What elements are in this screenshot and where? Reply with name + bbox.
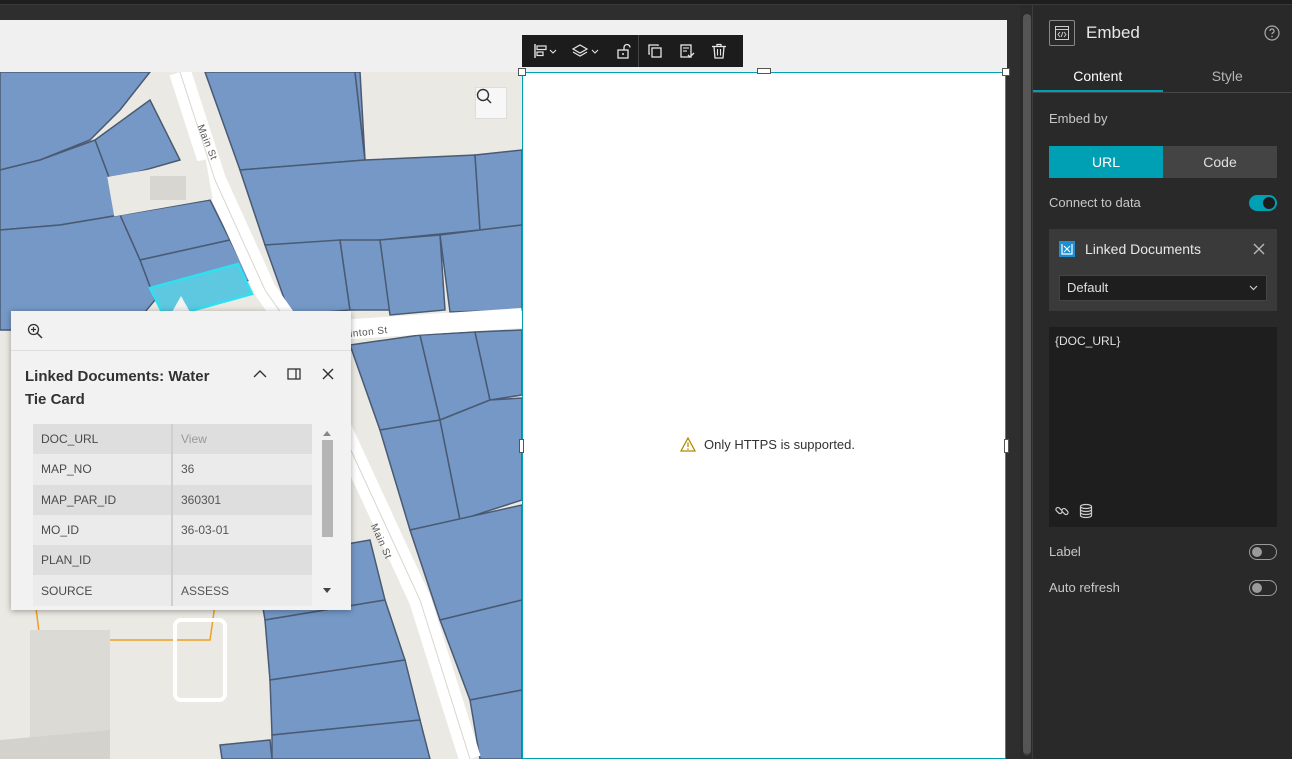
save-template-icon (680, 44, 695, 58)
field-value: 360301 (172, 484, 312, 515)
scroll-down-icon (323, 588, 331, 593)
copy-icon (648, 44, 662, 58)
canvas-scrollbar-thumb[interactable] (1023, 14, 1031, 754)
scroll-up-icon (323, 431, 331, 436)
align-left-icon (534, 44, 557, 58)
field-name: MAP_NO (33, 454, 173, 485)
trash-icon (712, 43, 726, 59)
widget-toolbar (522, 35, 743, 67)
close-icon (1253, 243, 1265, 255)
help-icon (1264, 25, 1280, 41)
label-toggle-label: Label (1049, 544, 1081, 559)
table-row: MAP_NO 36 (33, 454, 312, 485)
data-source-icon (1059, 241, 1075, 257)
field-value: ASSESS (172, 575, 312, 606)
embed-code-icon (1055, 26, 1069, 40)
popup-toolbar (11, 311, 351, 351)
field-name: MO_ID (33, 514, 173, 546)
map-popup: Linked Documents: Water Tie Card DOC_URL… (11, 311, 351, 610)
embed-by-label: Embed by (1049, 111, 1108, 126)
map-search-button[interactable] (475, 87, 507, 119)
resize-handle[interactable] (518, 68, 526, 76)
https-warning: Only HTTPS is supported. (680, 437, 855, 452)
url-expression-editor[interactable]: {DOC_URL} (1049, 327, 1277, 527)
insert-field-button[interactable] (1078, 503, 1094, 522)
panel-header: Embed (1033, 5, 1292, 61)
resize-handle[interactable] (1002, 68, 1010, 76)
database-icon (1079, 503, 1093, 519)
layers-icon (571, 44, 599, 57)
table-row: DOC_URL View (33, 424, 312, 455)
zoom-in-icon (27, 323, 43, 339)
close-icon (322, 368, 334, 380)
connect-to-data-label: Connect to data (1049, 195, 1141, 210)
field-name: DOC_URL (33, 424, 173, 455)
field-name: SOURCE (33, 575, 173, 606)
auto-refresh-toggle[interactable] (1249, 580, 1277, 596)
table-row: MO_ID 36-03-01 (33, 514, 312, 546)
remove-data-source-button[interactable] (1253, 243, 1265, 258)
table-row: SOURCE ASSESS (33, 575, 312, 606)
zoom-to-button[interactable] (27, 323, 43, 339)
delete-button[interactable] (703, 35, 735, 67)
embed-widget-icon (1049, 20, 1075, 46)
dock-icon (287, 368, 301, 380)
data-source-card: Linked Documents Default (1049, 229, 1277, 311)
panel-tabs: Content Style (1033, 61, 1292, 93)
unlock-icon (617, 43, 631, 59)
align-button[interactable] (528, 35, 564, 67)
embed-widget-frame[interactable] (518, 68, 1010, 759)
url-expression-text: {DOC_URL} (1055, 334, 1121, 348)
field-name: MAP_PAR_ID (33, 484, 173, 515)
table-row: PLAN_ID (33, 545, 312, 576)
auto-refresh-label: Auto refresh (1049, 580, 1120, 595)
popup-pointer (172, 296, 190, 312)
chevron-up-icon (253, 370, 267, 378)
resize-handle[interactable] (519, 439, 524, 453)
tab-style[interactable]: Style (1163, 61, 1292, 92)
close-popup-button[interactable] (317, 363, 339, 385)
data-view-select[interactable]: Default (1059, 275, 1267, 301)
data-view-selected: Default (1067, 280, 1109, 295)
field-value: 36-03-01 (172, 514, 312, 546)
warning-text: Only HTTPS is supported. (704, 437, 855, 452)
field-name: PLAN_ID (33, 545, 173, 576)
lock-button[interactable] (608, 35, 638, 67)
arrange-button[interactable] (564, 35, 608, 67)
embed-by-code-option[interactable]: Code (1163, 146, 1277, 178)
field-value: 36 (172, 454, 312, 485)
embed-by-segmented: URL Code (1049, 146, 1277, 178)
data-source-name: Linked Documents (1085, 241, 1201, 257)
popup-title: Linked Documents: Water Tie Card (25, 368, 210, 408)
settings-panel: Embed Content Style Embed by URL Code Co… (1032, 5, 1292, 759)
field-value (172, 545, 312, 576)
dock-button[interactable] (283, 363, 305, 385)
scroll-thumb[interactable] (322, 440, 333, 537)
collapse-button[interactable] (249, 363, 271, 385)
search-icon (476, 88, 492, 104)
insert-link-button[interactable] (1054, 503, 1070, 522)
tab-content[interactable]: Content (1033, 61, 1163, 92)
duplicate-button[interactable] (639, 35, 671, 67)
warning-icon (680, 437, 696, 452)
link-icon (1055, 506, 1069, 516)
embed-by-url-option[interactable]: URL (1049, 146, 1163, 178)
save-template-button[interactable] (671, 35, 703, 67)
connect-to-data-toggle[interactable] (1249, 195, 1277, 211)
attribute-table: DOC_URL View MAP_NO 36 MAP_PAR_ID 360301 MO… (33, 424, 312, 606)
label-toggle[interactable] (1249, 544, 1277, 560)
chevron-down-icon (1249, 276, 1258, 300)
help-button[interactable] (1264, 25, 1280, 44)
feature-layer-icon (1061, 244, 1073, 255)
doc-url-link[interactable]: View (172, 424, 312, 455)
page-header-strip (0, 20, 1007, 72)
panel-title: Embed (1086, 23, 1140, 42)
resize-handle[interactable] (1004, 439, 1009, 453)
resize-handle[interactable] (757, 68, 771, 74)
table-row: MAP_PAR_ID 360301 (33, 484, 312, 515)
popup-scrollbar[interactable] (321, 430, 333, 600)
